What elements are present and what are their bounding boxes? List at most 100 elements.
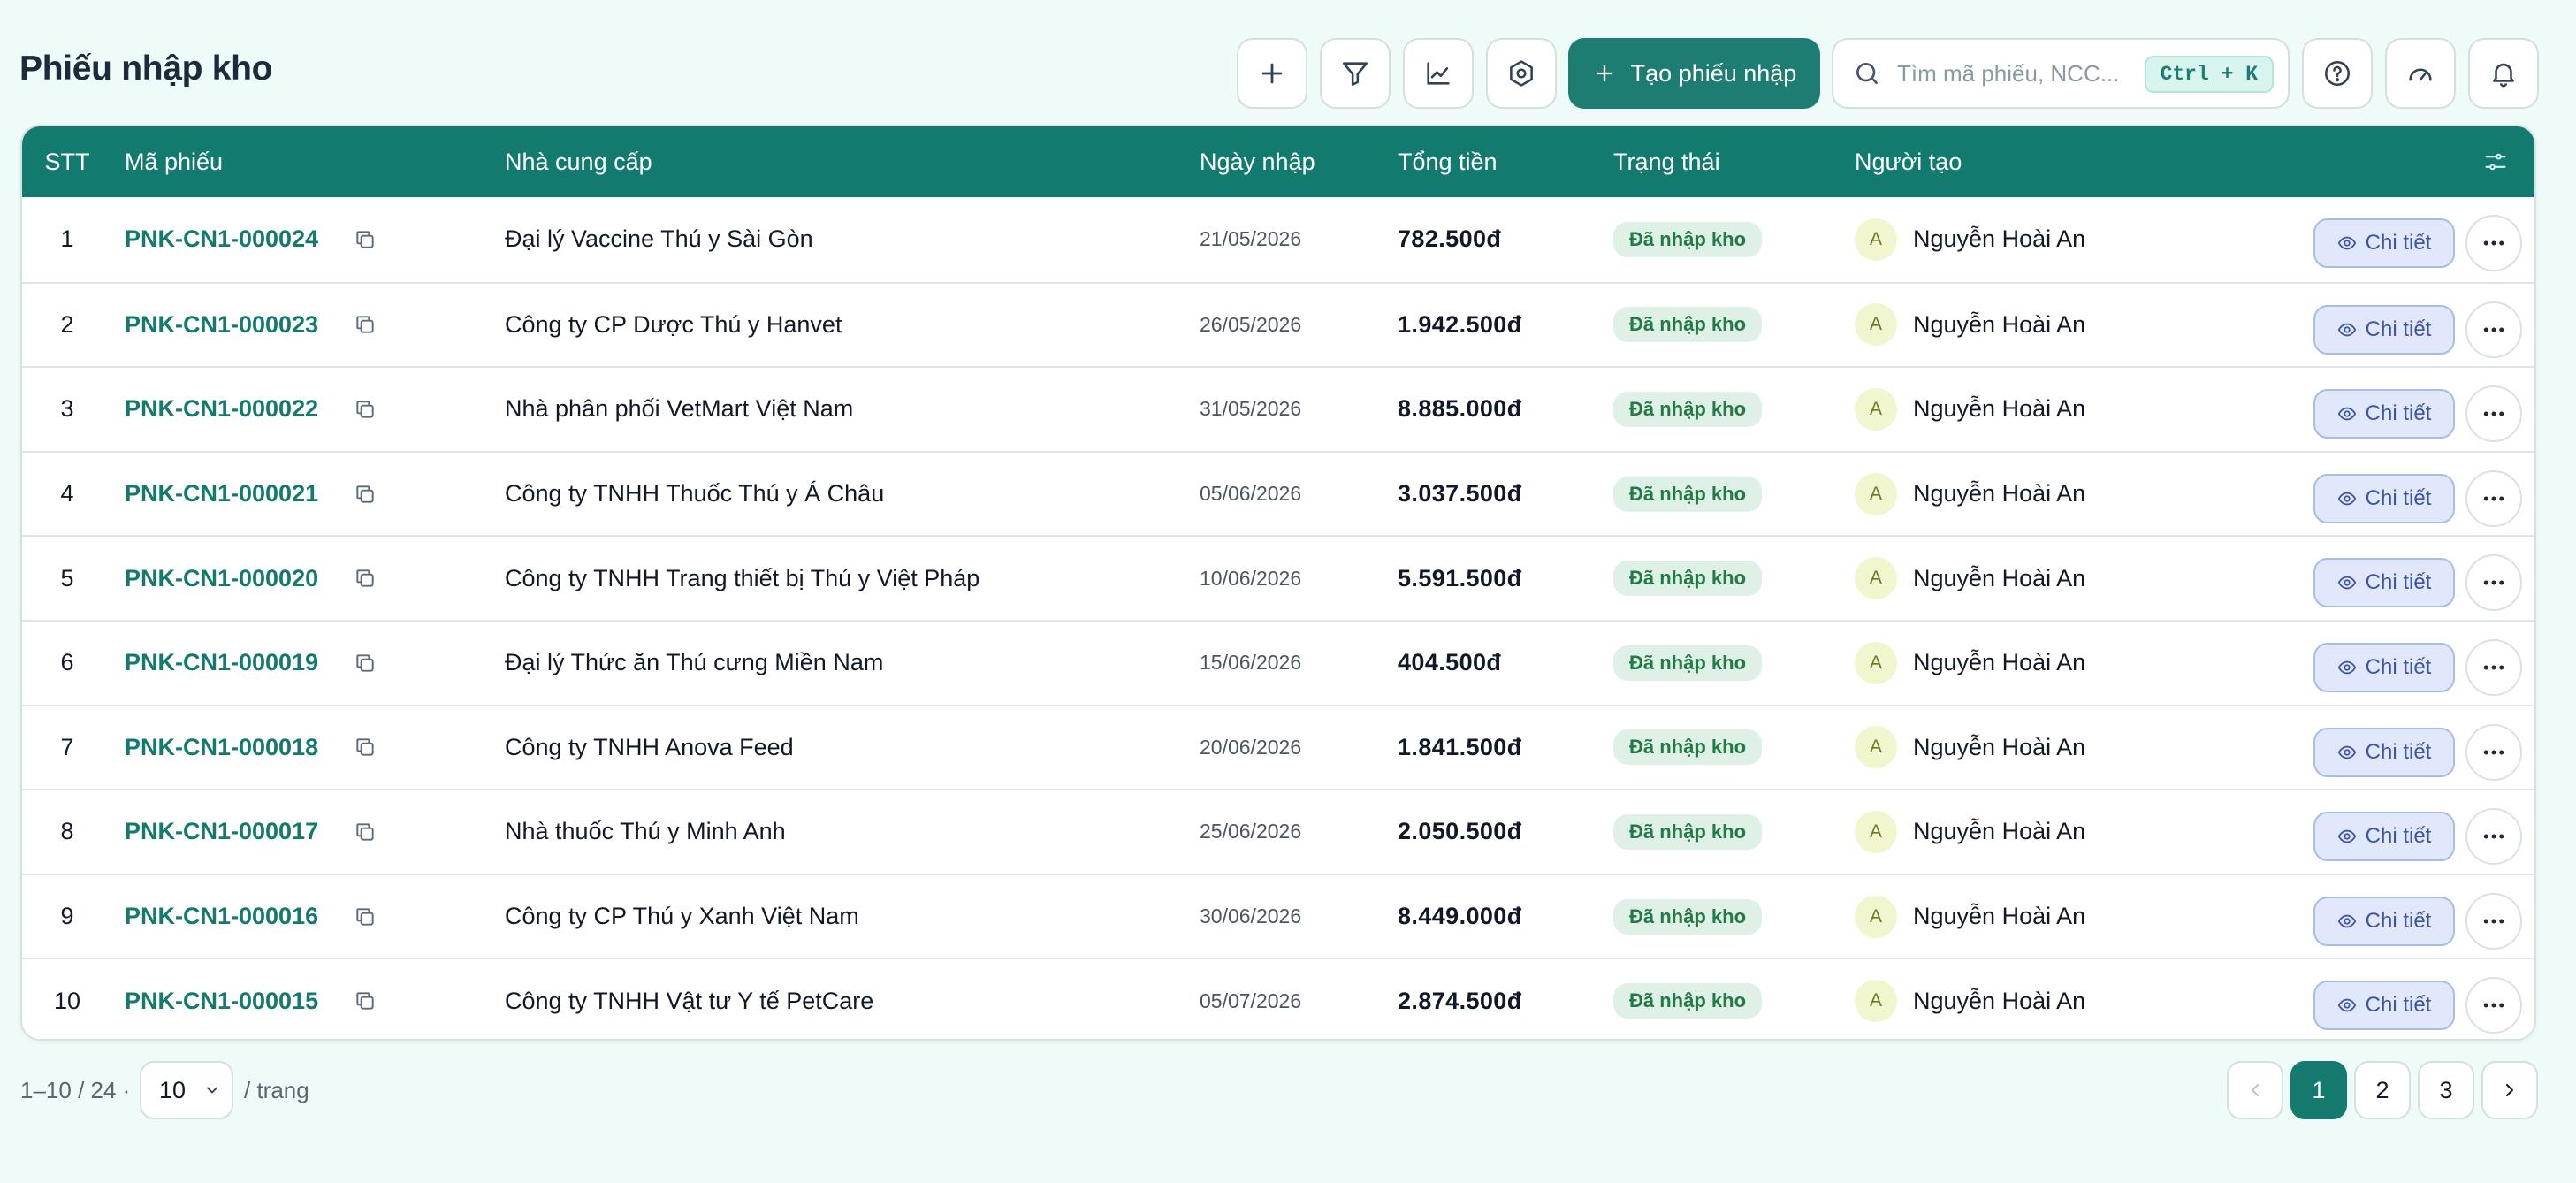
more-actions-button[interactable]	[2465, 215, 2522, 271]
creator-cell: A Nguyễn Hoài An	[1855, 284, 2085, 367]
copy-icon[interactable]	[354, 652, 377, 675]
settings-button[interactable]	[1486, 38, 1557, 109]
next-page-button[interactable]	[2481, 1061, 2538, 1119]
import-date: 15/06/2026	[1200, 651, 1302, 675]
search-icon	[1856, 63, 1878, 84]
add-button[interactable]	[1237, 38, 1307, 109]
page-button-2[interactable]: 2	[2354, 1061, 2411, 1119]
page-button-1[interactable]: 1	[2290, 1061, 2347, 1119]
more-actions-button[interactable]	[2465, 469, 2522, 527]
receipt-code-cell: PNK-CN1-000022	[125, 368, 377, 451]
creator-name: Nguyễn Hoài An	[1913, 903, 2086, 930]
table-row[interactable]: 8 PNK-CN1-000017 Nhà thuốc Thú y Minh Anh 2…	[22, 789, 2534, 874]
view-detail-button[interactable]: Chi tiết	[2313, 981, 2455, 1031]
table-row[interactable]: 10 PNK-CN1-000015 Công ty TNHH Vật tư Y tế…	[22, 958, 2534, 1039]
view-detail-button[interactable]: Chi tiết	[2313, 218, 2455, 268]
copy-icon[interactable]	[354, 905, 377, 928]
table-row[interactable]: 4 PNK-CN1-000021 Công ty TNHH Thuốc Thú y …	[22, 450, 2534, 536]
view-detail-label: Chi tiết	[2365, 993, 2432, 1018]
more-actions-button[interactable]	[2465, 638, 2522, 696]
copy-icon[interactable]	[354, 228, 377, 251]
more-actions-button[interactable]	[2465, 385, 2522, 443]
table-row[interactable]: 2 PNK-CN1-000023 Công ty CP Dược Thú y Han…	[22, 281, 2534, 367]
receipt-code-link[interactable]: PNK-CN1-000015	[125, 988, 318, 1015]
view-detail-button[interactable]: Chi tiết	[2313, 473, 2455, 523]
receipt-code-link[interactable]: PNK-CN1-000017	[125, 818, 318, 845]
dashboard-button[interactable]	[2385, 38, 2456, 109]
more-actions-button[interactable]	[2465, 808, 2522, 866]
import-date: 31/05/2026	[1200, 397, 1302, 421]
receipt-code-link[interactable]: PNK-CN1-000020	[125, 565, 318, 592]
status-badge: Đã nhập kho	[1613, 813, 1763, 850]
copy-icon[interactable]	[354, 820, 377, 843]
creator-cell: A Nguyễn Hoài An	[1855, 622, 2085, 705]
table-row[interactable]: 6 PNK-CN1-000019 Đại lý Thức ăn Thú cưng M…	[22, 619, 2534, 705]
status-cell: Đã nhập kho	[1613, 790, 1763, 874]
prev-page-button[interactable]	[2227, 1061, 2283, 1119]
notifications-button[interactable]	[2468, 38, 2539, 109]
view-detail-button[interactable]: Chi tiết	[2313, 389, 2455, 439]
table-row[interactable]: 1 PNK-CN1-000024 Đại lý Vaccine Thú y Sài …	[22, 197, 2534, 282]
view-detail-button[interactable]: Chi tiết	[2313, 727, 2455, 777]
column-header-total[interactable]: Tổng tiền	[1398, 126, 1498, 197]
eye-icon	[2337, 999, 2356, 1012]
page-size-select[interactable]: 10	[140, 1061, 233, 1119]
copy-icon[interactable]	[354, 313, 377, 336]
more-actions-button[interactable]	[2465, 892, 2522, 950]
total-amount: 2.050.500đ	[1398, 818, 1522, 845]
per-page-label: / trang	[244, 1076, 309, 1103]
more-actions-button[interactable]	[2465, 723, 2522, 781]
filter-button[interactable]	[1320, 38, 1391, 109]
receipt-code-link[interactable]: PNK-CN1-000021	[125, 480, 318, 508]
view-detail-button[interactable]: Chi tiết	[2313, 896, 2455, 946]
pagination-bar: 1–10 / 24 · 10 / trang 1 2 3	[0, 1061, 2576, 1119]
creator-name: Nguyễn Hoài An	[1913, 818, 2086, 845]
create-receipt-button[interactable]: Tạo phiếu nhập	[1568, 38, 1820, 109]
receipt-code-link[interactable]: PNK-CN1-000018	[125, 734, 318, 761]
page-button-3[interactable]: 3	[2418, 1061, 2474, 1119]
copy-icon[interactable]	[354, 398, 377, 421]
table-row[interactable]: 9 PNK-CN1-000016 Công ty CP Thú y Xanh Việ…	[22, 873, 2534, 958]
eye-icon	[2337, 323, 2356, 336]
help-icon	[2324, 60, 2351, 87]
chart-button[interactable]	[1403, 38, 1474, 109]
copy-icon[interactable]	[354, 736, 377, 759]
table-row[interactable]: 3 PNK-CN1-000022 Nhà phân phối VetMart Việ…	[22, 366, 2534, 451]
column-settings-icon[interactable]	[2483, 149, 2508, 174]
view-detail-button[interactable]: Chi tiết	[2313, 558, 2455, 608]
table-row[interactable]: 5 PNK-CN1-000020 Công ty TNHH Trang thiết …	[22, 535, 2534, 620]
column-header-creator[interactable]: Người tạo	[1855, 126, 1962, 197]
avatar: A	[1855, 641, 1897, 684]
copy-icon[interactable]	[354, 567, 377, 590]
more-actions-button[interactable]	[2465, 977, 2522, 1034]
receipts-table: STT Mã phiếu Nhà cung cấp Ngày nhập Tổng…	[20, 125, 2536, 1041]
column-header-supplier[interactable]: Nhà cung cấp	[505, 126, 652, 197]
total-amount: 404.500đ	[1398, 649, 1502, 676]
column-header-date[interactable]: Ngày nhập	[1200, 126, 1315, 197]
view-detail-button[interactable]: Chi tiết	[2313, 812, 2455, 862]
column-header-code[interactable]: Mã phiếu	[125, 126, 223, 197]
plus-icon	[1596, 65, 1613, 82]
more-icon	[2483, 327, 2504, 332]
copy-icon[interactable]	[354, 989, 377, 1012]
supplier-name: Đại lý Vaccine Thú y Sài Gòn	[505, 225, 813, 253]
view-detail-button[interactable]: Chi tiết	[2313, 642, 2455, 692]
receipt-code-link[interactable]: PNK-CN1-000022	[125, 395, 318, 423]
more-actions-button[interactable]	[2465, 301, 2522, 358]
avatar: A	[1855, 895, 1897, 938]
status-cell: Đã nhập kho	[1613, 706, 1763, 790]
search-input[interactable]	[1897, 59, 2153, 88]
search-box[interactable]: Ctrl + K	[1832, 38, 2290, 109]
copy-icon[interactable]	[354, 483, 377, 506]
more-icon	[2483, 834, 2504, 839]
view-detail-button[interactable]: Chi tiết	[2313, 304, 2455, 355]
receipt-code-link[interactable]: PNK-CN1-000023	[125, 311, 318, 339]
creator-name: Nguyễn Hoài An	[1913, 480, 2086, 508]
receipt-code-link[interactable]: PNK-CN1-000024	[125, 225, 318, 253]
more-actions-button[interactable]	[2465, 554, 2522, 612]
table-row[interactable]: 7 PNK-CN1-000018 Công ty TNHH Anova Feed 20…	[22, 704, 2534, 790]
receipt-code-link[interactable]: PNK-CN1-000019	[125, 649, 318, 676]
receipt-code-link[interactable]: PNK-CN1-000016	[125, 903, 318, 930]
help-button[interactable]	[2302, 38, 2373, 109]
column-header-status[interactable]: Trạng thái	[1613, 126, 1720, 197]
